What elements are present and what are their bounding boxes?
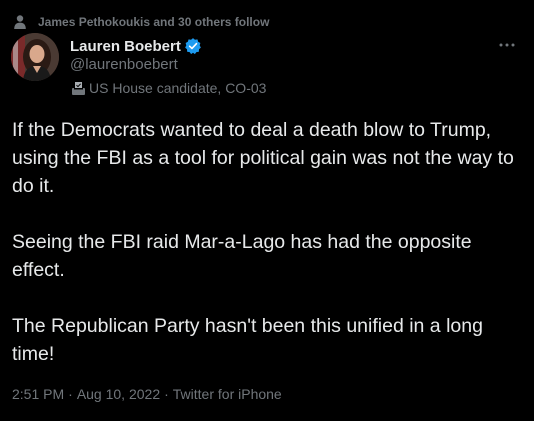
social-context-text: James Pethokoukis and 30 others follow xyxy=(38,15,270,29)
tweet-paragraph: If the Democrats wanted to deal a death … xyxy=(12,119,514,197)
tweet-metadata: 2:51 PM · Aug 10, 2022 · Twitter for iPh… xyxy=(12,384,282,404)
candidate-label: US House candidate, CO-03 xyxy=(70,78,266,98)
more-options-icon xyxy=(499,43,515,47)
ballot-box-icon xyxy=(70,80,87,97)
tweet-time[interactable]: 2:51 PM xyxy=(12,386,64,402)
separator-dot: · xyxy=(68,386,73,402)
tweet-text: If the Democrats wanted to deal a death … xyxy=(12,116,524,368)
more-options-button[interactable] xyxy=(496,36,518,54)
verified-badge-icon xyxy=(184,37,202,55)
candidate-label-text: US House candidate, CO-03 xyxy=(89,80,267,96)
tweet-card[interactable]: James Pethokoukis and 30 others follow L… xyxy=(0,0,534,421)
tweet-paragraph: The Republican Party hasn't been this un… xyxy=(12,315,483,365)
tweet-source[interactable]: Twitter for iPhone xyxy=(173,386,282,402)
separator-dot: · xyxy=(164,386,169,402)
tweet-paragraph: Seeing the FBI raid Mar-a-Lago has had t… xyxy=(12,231,472,281)
author-name-row[interactable]: Lauren Boebert xyxy=(70,36,202,56)
author-name[interactable]: Lauren Boebert xyxy=(70,38,181,55)
avatar[interactable] xyxy=(11,33,59,81)
tweet-date[interactable]: Aug 10, 2022 xyxy=(77,386,160,402)
social-context[interactable]: James Pethokoukis and 30 others follow xyxy=(12,13,269,31)
author-handle[interactable]: @laurenboebert xyxy=(70,56,178,73)
person-icon xyxy=(12,14,28,30)
